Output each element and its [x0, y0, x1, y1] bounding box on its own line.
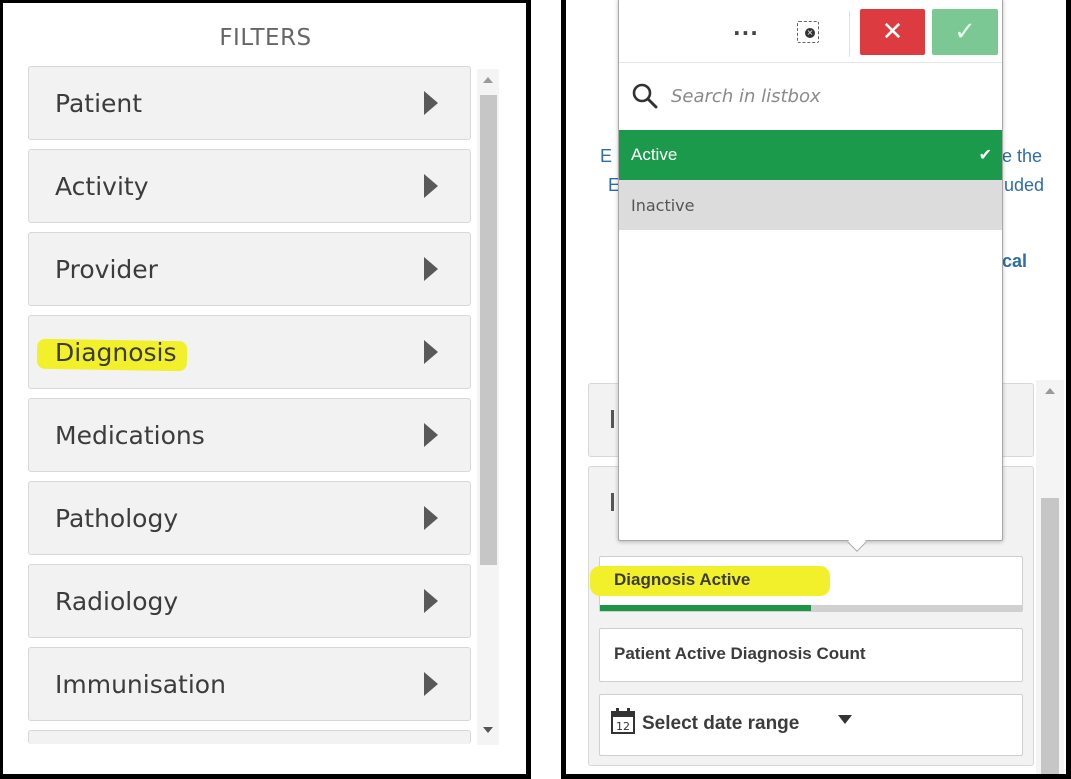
listbox-popup: ··· × ✕ ✓ Active ✔ Inactive: [618, 0, 1003, 552]
background-text: E: [600, 146, 613, 166]
filter-list: Patient Activity Provider Diagnosis Medi…: [28, 66, 471, 744]
filter-item-label: Diagnosis: [55, 338, 177, 367]
background-text: e the: [1002, 146, 1043, 166]
check-icon: ✔: [978, 147, 992, 164]
field-label: Patient Active Diagnosis Count: [614, 644, 866, 663]
selection-bar-fill: [600, 605, 811, 611]
selection-bar: [600, 605, 1022, 611]
filter-item-diagnosis[interactable]: Diagnosis: [28, 315, 471, 389]
background-text: uded: [1004, 175, 1045, 195]
caret-right-icon: [424, 589, 438, 613]
filters-panel: FILTERS Patient Activity Provider Diagno…: [0, 0, 531, 779]
card-label-fragment: [611, 493, 614, 511]
more-options-button[interactable]: ···: [733, 21, 759, 45]
filter-item-radiology[interactable]: Radiology: [28, 564, 471, 638]
date-range-picker[interactable]: 12 Select date range: [599, 694, 1023, 756]
filters-title: FILTERS: [219, 25, 312, 51]
filter-item-provider[interactable]: Provider: [28, 232, 471, 306]
clear-selections-button[interactable]: ×: [797, 21, 819, 43]
filter-item-label: Immunisation: [55, 670, 226, 699]
filter-item-label: Provider: [55, 255, 158, 284]
filter-item-patient[interactable]: Patient: [28, 66, 471, 140]
card-label-fragment: [611, 410, 614, 428]
caret-right-icon: [424, 174, 438, 198]
scroll-up-arrow-icon[interactable]: [483, 77, 493, 83]
scroll-down-arrow-icon[interactable]: [483, 727, 493, 733]
filter-item-label: Activity: [55, 172, 149, 201]
listbox-search: [619, 62, 1002, 130]
caret-right-icon: [424, 340, 438, 364]
filter-item-label: Radiology: [55, 587, 179, 616]
field-diagnosis-active[interactable]: Diagnosis Active: [589, 556, 1023, 612]
fields-panel: E e the E uded cal Diagnosis Active Pati…: [561, 0, 1071, 779]
scrollbar-thumb[interactable]: [480, 95, 497, 565]
field-patient-active-diagnosis-count[interactable]: Patient Active Diagnosis Count: [599, 628, 1023, 682]
field-label: Diagnosis Active: [589, 566, 831, 596]
fields-scrollbar[interactable]: [1036, 380, 1064, 774]
caret-right-icon: [424, 91, 438, 115]
cancel-selection-button[interactable]: ✕: [860, 9, 925, 55]
toolbar-divider: [849, 11, 850, 57]
filter-item-label: Patient: [55, 89, 143, 118]
confirm-selection-button[interactable]: ✓: [932, 9, 998, 55]
background-text: cal: [1002, 251, 1028, 271]
option-label: Active: [631, 145, 678, 164]
clear-selections-icon: ×: [805, 28, 815, 38]
calendar-icon: 12: [611, 708, 635, 734]
filter-item-partial[interactable]: [28, 730, 471, 744]
filter-list-scrollbar[interactable]: [477, 69, 499, 745]
caret-right-icon: [424, 672, 438, 696]
listbox-toolbar: ··· × ✕ ✓: [619, 0, 1002, 62]
listbox-option-active[interactable]: Active ✔: [619, 130, 1002, 180]
caret-right-icon: [424, 423, 438, 447]
filter-item-medications[interactable]: Medications: [28, 398, 471, 472]
search-icon: [632, 83, 658, 109]
chevron-down-icon[interactable]: [838, 715, 852, 724]
filter-item-activity[interactable]: Activity: [28, 149, 471, 223]
listbox-option-inactive[interactable]: Inactive: [619, 180, 1002, 230]
filter-item-label: Pathology: [55, 504, 179, 533]
svg-text:12: 12: [616, 720, 630, 733]
filter-item-pathology[interactable]: Pathology: [28, 481, 471, 555]
date-range-label: Select date range: [642, 713, 800, 734]
option-label: Inactive: [631, 196, 695, 215]
listbox-search-input[interactable]: [671, 82, 971, 110]
caret-right-icon: [424, 506, 438, 530]
caret-right-icon: [424, 257, 438, 281]
filter-item-label: Medications: [55, 421, 205, 450]
filter-item-immunisation[interactable]: Immunisation: [28, 647, 471, 721]
scroll-up-arrow-icon[interactable]: [1045, 388, 1055, 394]
scrollbar-thumb[interactable]: [1041, 498, 1059, 774]
